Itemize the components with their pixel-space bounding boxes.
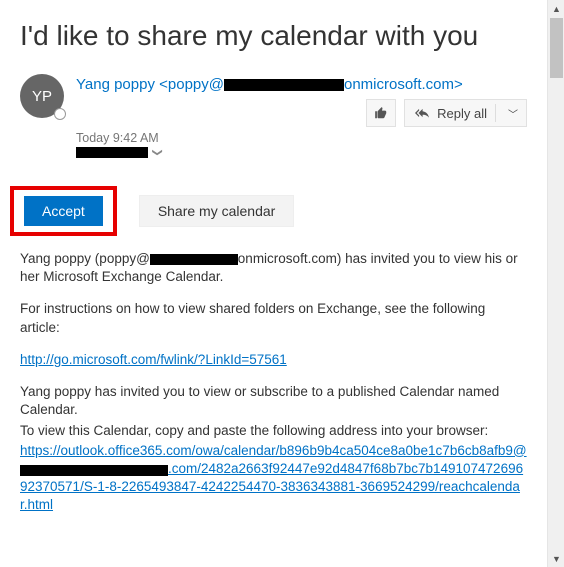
highlight-annotation: Accept — [10, 186, 117, 236]
scroll-down-button[interactable]: ▼ — [548, 550, 564, 567]
avatar[interactable]: YP — [20, 74, 64, 118]
redacted-inline — [20, 465, 168, 476]
accept-button[interactable]: Accept — [24, 196, 103, 226]
presence-indicator — [54, 108, 66, 120]
email-subject: I'd like to share my calendar with you — [20, 20, 527, 52]
chevron-down-icon[interactable]: ﹀ — [504, 106, 522, 121]
expand-recipients-icon[interactable]: ❯ — [152, 148, 163, 156]
email-timestamp: Today 9:42 AM — [76, 131, 527, 145]
reply-all-label: Reply all — [437, 106, 487, 121]
avatar-initials: YP — [32, 88, 52, 105]
scrollbar-thumb[interactable] — [550, 18, 563, 78]
sender-line[interactable]: Yang poppy <poppy@ onmicrosoft.com> — [76, 76, 527, 93]
link2a: https://outlook.office365.com/owa/calend… — [20, 443, 527, 458]
scrollbar-track[interactable]: ▲ ▼ — [547, 0, 564, 567]
body-p1a: Yang poppy (poppy@ — [20, 251, 150, 266]
sender-name-prefix: Yang poppy <poppy@ — [76, 76, 224, 93]
body-p3: Yang poppy has invited you to view or su… — [20, 383, 527, 419]
reply-all-button[interactable]: Reply all ﹀ — [404, 99, 527, 127]
email-body: Yang poppy (poppy@onmicrosoft.com) has i… — [20, 250, 527, 515]
like-button[interactable] — [366, 99, 396, 127]
body-p4: To view this Calendar, copy and paste th… — [20, 422, 527, 440]
scroll-up-button[interactable]: ▲ — [548, 0, 564, 17]
thumbs-up-icon — [374, 106, 388, 120]
sender-name-suffix: onmicrosoft.com> — [344, 76, 463, 93]
body-p2: For instructions on how to view shared f… — [20, 300, 527, 336]
redacted-recipient — [76, 147, 148, 158]
reply-all-icon — [415, 106, 429, 120]
button-separator — [495, 104, 496, 122]
redacted-inline — [150, 254, 238, 265]
instructions-link[interactable]: http://go.microsoft.com/fwlink/?LinkId=5… — [20, 352, 287, 367]
share-my-calendar-button[interactable]: Share my calendar — [139, 195, 295, 227]
redacted-block — [224, 79, 344, 91]
calendar-url-link[interactable]: https://outlook.office365.com/owa/calend… — [20, 443, 527, 513]
